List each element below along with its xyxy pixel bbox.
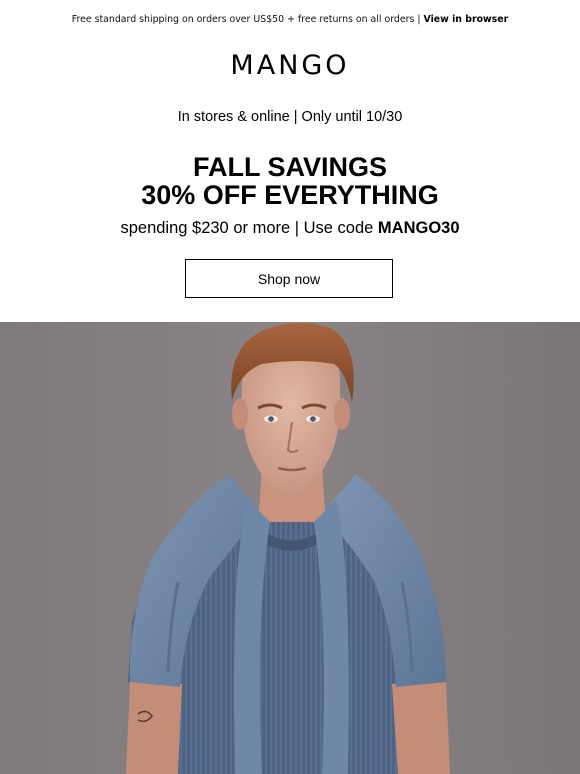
hero-image[interactable] bbox=[0, 322, 580, 774]
preheader-text: Free standard shipping on orders over US… bbox=[71, 14, 424, 25]
email-page: Free standard shipping on orders over US… bbox=[0, 0, 580, 774]
model-photo-icon bbox=[0, 322, 580, 774]
headline-line-2: 30% OFF EVERYTHING bbox=[141, 180, 439, 210]
promo-availability-text: In stores & online | Only until 10/30 bbox=[177, 109, 403, 125]
preheader-bar: Free standard shipping on orders over US… bbox=[0, 14, 580, 25]
promo-condition: spending $230 or more | Use code MANGO30 bbox=[0, 219, 580, 238]
headline-line-1: FALL SAVINGS bbox=[192, 152, 388, 182]
shop-now-button[interactable]: Shop now bbox=[185, 259, 393, 298]
brand-logo[interactable]: MANGO bbox=[0, 50, 580, 81]
promo-code: MANGO30 bbox=[377, 219, 460, 237]
promo-condition-text: spending $230 or more | Use code bbox=[120, 219, 378, 237]
view-in-browser-link[interactable]: View in browser bbox=[424, 14, 509, 25]
promo-headline: FALL SAVINGS 30% OFF EVERYTHING bbox=[0, 153, 580, 209]
